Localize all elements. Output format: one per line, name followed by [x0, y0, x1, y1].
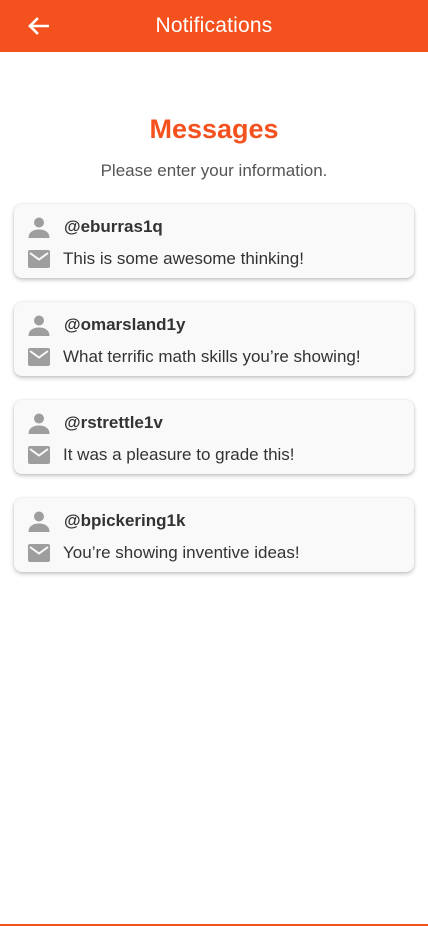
message-body-row: You’re showing inventive ideas!	[14, 540, 300, 566]
app-screen: Notifications Messages Please enter your…	[0, 0, 428, 926]
message-username: @omarsland1y	[64, 315, 186, 334]
mail-icon	[26, 442, 52, 468]
message-text: What terrific math skills you’re showing…	[63, 347, 361, 366]
app-bar-title: Notifications	[155, 14, 273, 37]
mail-icon	[26, 246, 52, 272]
person-icon	[26, 214, 52, 240]
arrow-left-icon	[28, 17, 49, 35]
app-bar: Notifications	[0, 0, 428, 52]
person-icon	[26, 410, 52, 436]
message-card[interactable]: @rstrettle1v It was a pleasure to grade …	[14, 400, 414, 474]
message-sender-row: @omarsland1y	[14, 312, 185, 338]
person-icon	[26, 312, 52, 338]
message-card[interactable]: @omarsland1y What terrific math skills y…	[14, 302, 414, 376]
message-text: You’re showing inventive ideas!	[63, 543, 300, 562]
person-icon	[26, 508, 52, 534]
message-list: @eburras1q This is some awesome thinking…	[14, 204, 414, 572]
page-title: Messages	[149, 114, 279, 144]
mail-icon	[26, 344, 52, 370]
message-text: This is some awesome thinking!	[63, 249, 304, 268]
mail-icon	[26, 540, 52, 566]
message-body-row: What terrific math skills you’re showing…	[14, 344, 361, 370]
main-content: Messages Please enter your information. …	[0, 52, 428, 596]
message-username: @bpickering1k	[64, 511, 186, 530]
message-sender-row: @bpickering1k	[14, 508, 185, 534]
message-body-row: This is some awesome thinking!	[14, 246, 304, 272]
back-button[interactable]	[18, 10, 58, 42]
message-text: It was a pleasure to grade this!	[63, 445, 295, 464]
page-subtitle: Please enter your information.	[100, 161, 328, 180]
message-card[interactable]: @eburras1q This is some awesome thinking…	[14, 204, 414, 278]
message-body-row: It was a pleasure to grade this!	[14, 442, 295, 468]
message-sender-row: @eburras1q	[14, 214, 163, 240]
message-username: @eburras1q	[64, 217, 163, 236]
message-sender-row: @rstrettle1v	[14, 410, 163, 436]
message-username: @rstrettle1v	[64, 413, 163, 432]
message-card[interactable]: @bpickering1k You’re showing inventive i…	[14, 498, 414, 572]
